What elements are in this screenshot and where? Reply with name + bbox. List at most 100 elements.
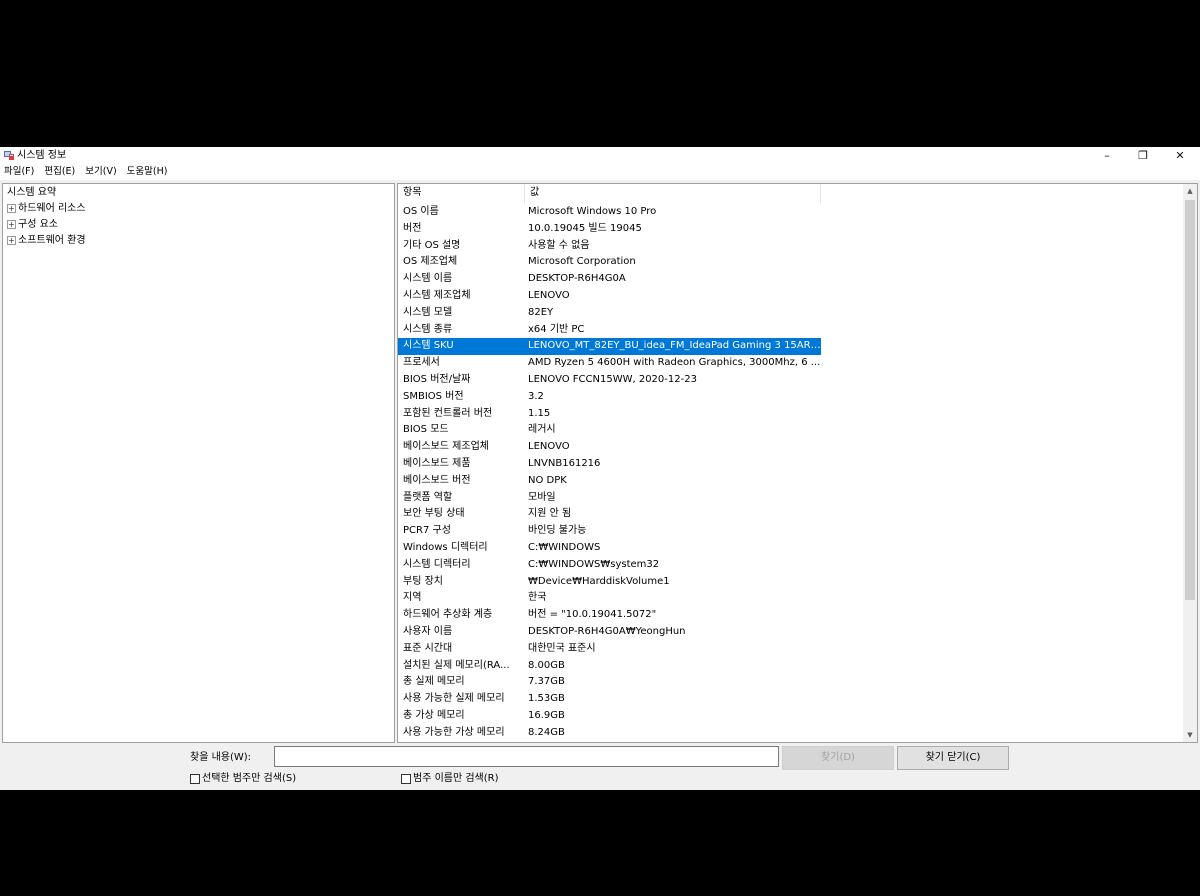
row-item-cell: OS 이름 (403, 206, 439, 217)
scrollbar-thumb[interactable] (1185, 200, 1195, 600)
menu-edit[interactable]: 편집(E) (44, 164, 75, 180)
row-item-cell: 플랫폼 역할 (403, 491, 453, 503)
tree-item-software-environment[interactable]: + 소프트웨어 환경 (7, 234, 86, 248)
window-title: 시스템 정보 (17, 150, 67, 161)
title-bar: 시스템 정보 – ❐ ✕ (0, 147, 1200, 164)
table-row[interactable]: 하드웨어 추상화 계층 버전 = "10.0.19041.5072" (398, 607, 1183, 624)
close-find-button[interactable]: 찾기 닫기(C) (897, 746, 1009, 770)
column-header-value[interactable]: 값 (525, 184, 821, 203)
row-value-cell: C:₩WINDOWS (528, 541, 601, 553)
find-label: 찾을 내용(W): (190, 752, 252, 763)
table-row[interactable]: 버전 10.0.19045 빌드 19045 (398, 221, 1183, 238)
find-input[interactable] (274, 746, 779, 767)
checkbox-box[interactable] (190, 774, 200, 784)
find-button[interactable]: 찾기(D) (782, 746, 894, 770)
expand-plus-icon[interactable]: + (7, 204, 16, 213)
tree-item-hardware-resources[interactable]: + 하드웨어 리소스 (7, 202, 86, 216)
tree-item-label: 시스템 요약 (7, 187, 57, 198)
table-row[interactable]: 기타 OS 설명 사용할 수 없음 (398, 238, 1183, 255)
tree-item-label: 구성 요소 (18, 219, 58, 230)
table-row[interactable]: OS 이름 Microsoft Windows 10 Pro (398, 204, 1183, 221)
system-info-app-icon (4, 151, 14, 160)
table-row[interactable]: 시스템 제조업체 LENOVO (398, 288, 1183, 305)
table-row[interactable]: 베이스보드 제품 LNVNB161216 (398, 456, 1183, 473)
table-row[interactable]: 총 실제 메모리 7.37GB (398, 674, 1183, 691)
row-item-cell: 총 실제 메모리 (403, 676, 465, 688)
tree-item-system-summary[interactable]: 시스템 요약 (7, 186, 56, 200)
search-selected-category-checkbox[interactable]: 선택한 범주만 검색(S) (190, 772, 296, 786)
menu-file[interactable]: 파일(F) (4, 164, 34, 180)
column-header-item[interactable]: 항목 (398, 184, 525, 203)
table-row[interactable]: 사용 가능한 가상 메모리 8.24GB (398, 725, 1183, 742)
minimize-button[interactable]: – (1088, 147, 1126, 164)
row-value-cell: 10.0.19045 빌드 19045 (528, 222, 642, 234)
table-row[interactable]: 프로세서 AMD Ryzen 5 4600H with Radeon Graphi… (398, 355, 1183, 372)
table-row[interactable]: Windows 디렉터리 C:₩WINDOWS (398, 540, 1183, 557)
row-value-cell: 모바일 (528, 491, 556, 503)
table-row[interactable]: 총 가상 메모리 16.9GB (398, 708, 1183, 725)
row-value-cell: 버전 = "10.0.19041.5072" (528, 609, 657, 621)
table-row[interactable]: PCR7 구성 바인딩 불가능 (398, 523, 1183, 540)
table-row[interactable]: 부팅 장치 ₩Device₩HarddiskVolume1 (398, 574, 1183, 591)
scroll-down-icon[interactable]: ▼ (1183, 728, 1197, 742)
row-value-cell: 바인딩 불가능 (528, 525, 587, 537)
row-value-cell: 16.9GB (528, 709, 565, 721)
checkbox-label: 범주 이름만 검색(R) (413, 773, 499, 784)
row-value-cell: LENOVO (528, 289, 570, 301)
table-row[interactable]: 보안 부팅 상태 지원 안 됨 (398, 506, 1183, 523)
row-item-cell: 하드웨어 추상화 계층 (403, 609, 493, 621)
row-value-cell: 8.00GB (528, 659, 565, 671)
table-row[interactable]: 지역 한국 (398, 590, 1183, 607)
expand-plus-icon[interactable]: + (7, 236, 16, 245)
table-row[interactable]: 표준 시간대 대한민국 표준시 (398, 641, 1183, 658)
row-item-cell: BIOS 모드 (403, 424, 449, 436)
list-rows: OS 이름 Microsoft Windows 10 Pro 버전 10.0.1904… (398, 204, 1183, 742)
row-item-cell: 시스템 제조업체 (403, 289, 471, 301)
scroll-up-icon[interactable]: ▲ (1183, 184, 1197, 198)
table-row[interactable]: 포함된 컨트롤러 버전 1.15 (398, 406, 1183, 423)
table-row[interactable]: OS 제조업체 Microsoft Corporation (398, 254, 1183, 271)
row-item-cell: 총 가상 메모리 (403, 709, 465, 721)
row-value-cell: LENOVO FCCN15WW, 2020-12-23 (528, 373, 697, 385)
table-row[interactable]: 시스템 SKU LENOVO_MT_82EY_BU_idea_FM_IdeaPad… (398, 338, 1183, 356)
row-value-cell: NO DPK (528, 474, 567, 486)
table-row[interactable]: 시스템 디렉터리 C:₩WINDOWS₩system32 (398, 557, 1183, 574)
menu-help[interactable]: 도움말(H) (127, 164, 168, 180)
maximize-button[interactable]: ❐ (1124, 147, 1162, 164)
tree-item-components[interactable]: + 구성 요소 (7, 218, 58, 232)
vertical-scrollbar[interactable]: ▲ ▼ (1183, 184, 1197, 742)
row-value-cell: 사용할 수 없음 (528, 239, 590, 251)
table-row[interactable]: 베이스보드 버전 NO DPK (398, 473, 1183, 490)
row-item-cell: SMBIOS 버전 (403, 390, 464, 402)
table-row[interactable]: 설치된 실제 메모리(RA... 8.00GB (398, 658, 1183, 675)
table-row[interactable]: 시스템 이름 DESKTOP-R6H4G0A (398, 271, 1183, 288)
search-category-names-checkbox[interactable]: 범주 이름만 검색(R) (401, 772, 499, 786)
table-row[interactable]: SMBIOS 버전 3.2 (398, 389, 1183, 406)
row-value-cell: 레거시 (528, 424, 556, 436)
table-row[interactable]: 시스템 종류 x64 기반 PC (398, 322, 1183, 339)
table-row[interactable]: 플랫폼 역할 모바일 (398, 490, 1183, 507)
row-value-cell: 한국 (528, 592, 547, 604)
close-button[interactable]: ✕ (1161, 147, 1199, 164)
expand-plus-icon[interactable]: + (7, 220, 16, 229)
row-value-cell: C:₩WINDOWS₩system32 (528, 558, 660, 570)
row-value-cell: x64 기반 PC (528, 323, 585, 335)
table-row[interactable]: 사용자 이름 DESKTOP-R6H4G0A₩YeongHun (398, 624, 1183, 641)
checkbox-label: 선택한 범주만 검색(S) (202, 773, 297, 784)
row-value-cell: Microsoft Windows 10 Pro (528, 206, 657, 217)
row-value-cell: 82EY (528, 306, 554, 318)
row-item-cell: BIOS 버전/날짜 (403, 373, 471, 385)
table-row[interactable]: 시스템 모델 82EY (398, 305, 1183, 322)
table-row[interactable]: BIOS 모드 레거시 (398, 422, 1183, 439)
menu-view[interactable]: 보기(V) (85, 164, 116, 180)
row-item-cell: 버전 (403, 222, 422, 234)
table-row[interactable]: 베이스보드 제조업체 LENOVO (398, 439, 1183, 456)
checkbox-box[interactable] (401, 774, 411, 784)
table-row[interactable]: 사용 가능한 실제 메모리 1.53GB (398, 691, 1183, 708)
row-value-cell: DESKTOP-R6H4G0A₩YeongHun (528, 625, 686, 637)
table-row[interactable]: BIOS 버전/날짜 LENOVO FCCN15WW, 2020-12-23 (398, 372, 1183, 389)
row-item-cell: OS 제조업체 (403, 256, 458, 268)
row-value-cell: 7.37GB (528, 676, 565, 688)
row-value-cell: ₩Device₩HarddiskVolume1 (528, 575, 670, 587)
tree-item-label: 하드웨어 리소스 (18, 203, 86, 214)
